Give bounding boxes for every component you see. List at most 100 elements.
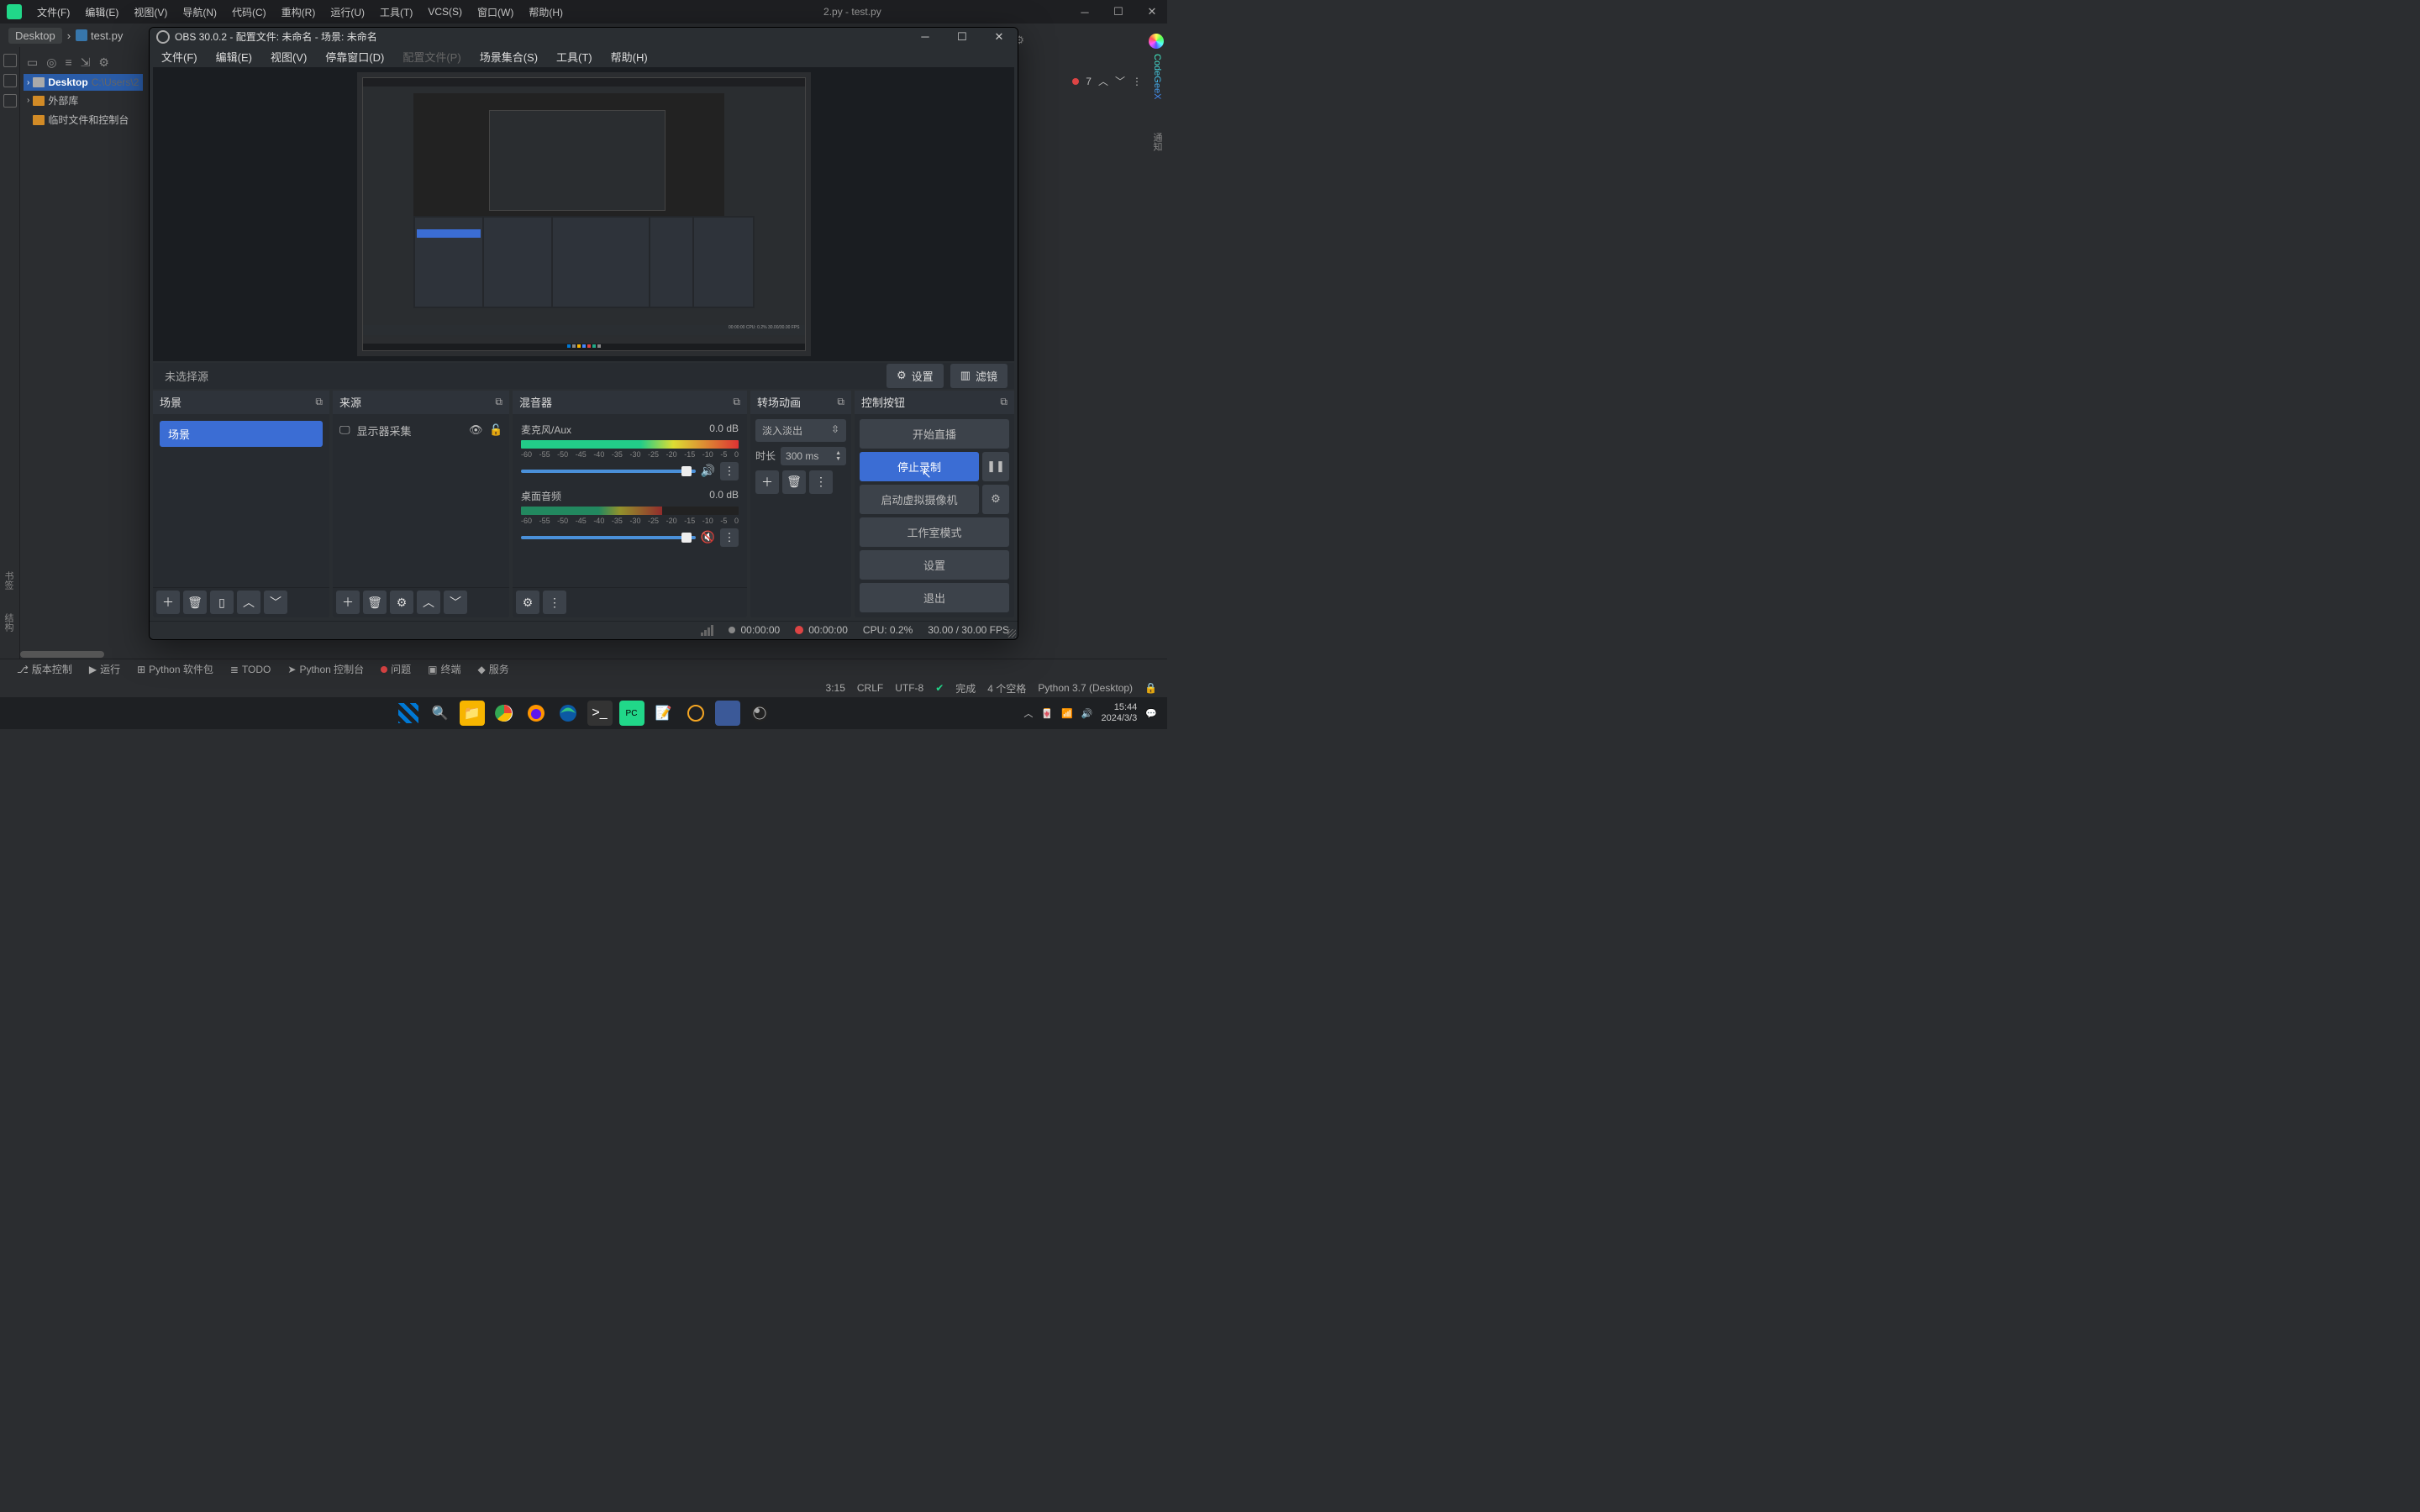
- menu-run-top[interactable]: 运行(U): [324, 3, 371, 22]
- line-separator[interactable]: CRLF: [857, 682, 883, 694]
- edge-icon[interactable]: [555, 701, 581, 726]
- file-encoding[interactable]: UTF-8: [895, 682, 923, 694]
- run-tool[interactable]: ▶ 运行: [89, 662, 120, 676]
- packages-tool[interactable]: ⊞ Python 软件包: [137, 662, 213, 676]
- firefox-icon[interactable]: [523, 701, 549, 726]
- app-icon-2[interactable]: [715, 701, 740, 726]
- problems-tool[interactable]: 问题: [381, 662, 411, 676]
- menu-tools[interactable]: 工具(T): [373, 3, 419, 22]
- virtual-camera-settings-button[interactable]: ⚙: [982, 485, 1009, 514]
- duration-input[interactable]: 300 ms ▲▼: [781, 447, 846, 465]
- menu-help[interactable]: 帮助(H): [522, 3, 570, 22]
- stop-recording-button[interactable]: 停止录制 ↖: [860, 452, 979, 481]
- add-transition-button[interactable]: ＋: [755, 470, 779, 494]
- editor-tab[interactable]: 2.py - test.py: [823, 6, 881, 18]
- caret-position[interactable]: 3:15: [826, 682, 845, 694]
- source-filters-button[interactable]: ▥ 滤镜: [950, 364, 1007, 388]
- source-properties-button-footer[interactable]: ⚙: [390, 591, 413, 614]
- menu-file[interactable]: 文件(F): [30, 3, 76, 22]
- obs-close-button[interactable]: ✕: [987, 30, 1011, 44]
- exit-button[interactable]: 退出: [860, 583, 1009, 612]
- pycharm-taskbar-icon[interactable]: PC: [619, 701, 644, 726]
- obs-minimize-button[interactable]: ─: [913, 30, 937, 44]
- more-icon[interactable]: ⋮: [1132, 76, 1142, 87]
- remove-transition-button[interactable]: 🗑: [782, 470, 806, 494]
- tree-collapse-icon[interactable]: ≡: [65, 55, 71, 69]
- obs-menu-scene-collection[interactable]: 场景集合(S): [471, 46, 546, 67]
- move-scene-up-button[interactable]: ︿: [237, 591, 260, 614]
- obs-menu-file[interactable]: 文件(F): [153, 46, 206, 67]
- tray-language-icon[interactable]: 🀄: [1041, 708, 1053, 719]
- studio-mode-button[interactable]: 工作室模式: [860, 517, 1009, 547]
- remove-source-button[interactable]: 🗑: [363, 591, 387, 614]
- dock-popout-icon[interactable]: ⧉: [837, 396, 844, 408]
- virtual-camera-button[interactable]: 启动虚拟摄像机: [860, 485, 979, 514]
- obs-menu-edit[interactable]: 编辑(E): [208, 46, 260, 67]
- prev-highlight-icon[interactable]: ︿: [1098, 74, 1108, 88]
- python-interpreter[interactable]: Python 3.7 (Desktop): [1038, 682, 1133, 694]
- explorer-icon[interactable]: 📁: [460, 701, 485, 726]
- tray-chevron-icon[interactable]: ︿: [1023, 706, 1033, 720]
- dock-popout-icon[interactable]: ⧉: [1000, 396, 1007, 408]
- horizontal-scrollbar[interactable]: [20, 651, 104, 658]
- obs-preview[interactable]: 00:00:00 CPU: 0.2% 30.00/30.00 FPS: [153, 67, 1014, 361]
- services-tool[interactable]: ◆ 服务: [478, 662, 509, 676]
- scene-filter-button[interactable]: ▯: [210, 591, 234, 614]
- resize-grip[interactable]: [1007, 629, 1016, 638]
- transition-properties-button[interactable]: ⋮: [809, 470, 833, 494]
- obs-menu-view[interactable]: 视图(V): [262, 46, 315, 67]
- source-properties-button[interactable]: ⚙ 设置: [886, 364, 944, 388]
- menu-code[interactable]: 代码(C): [225, 3, 273, 22]
- mixer-menu-button[interactable]: ⋮: [543, 591, 566, 614]
- pause-recording-button[interactable]: ❚❚: [982, 452, 1009, 481]
- mixer-settings-button[interactable]: ⚙: [516, 591, 539, 614]
- menu-refactor[interactable]: 重构(R): [275, 3, 323, 22]
- indent-setting[interactable]: 4 个空格: [987, 681, 1026, 696]
- project-tool-icon[interactable]: [3, 54, 17, 67]
- lock-icon[interactable]: 🔒: [1144, 682, 1157, 694]
- warning-count[interactable]: 7: [1086, 76, 1092, 87]
- tree-settings-icon[interactable]: ⚙: [98, 55, 109, 70]
- add-scene-button[interactable]: ＋: [156, 591, 180, 614]
- dock-popout-icon[interactable]: ⧉: [315, 396, 323, 408]
- mic-options-button[interactable]: ⋮: [720, 462, 739, 480]
- dock-popout-icon[interactable]: ⧉: [733, 396, 740, 408]
- app-icon[interactable]: [683, 701, 708, 726]
- tray-volume-icon[interactable]: 🔊: [1081, 708, 1093, 719]
- todo-tool[interactable]: ≣ TODO: [230, 664, 271, 675]
- breadcrumb-file[interactable]: test.py: [76, 29, 123, 42]
- ide-close-button[interactable]: ✕: [1144, 3, 1160, 20]
- move-source-up-button[interactable]: ︿: [417, 591, 440, 614]
- tree-select-icon[interactable]: ▭: [27, 55, 38, 70]
- start-button[interactable]: [396, 701, 421, 726]
- codegeex-panel[interactable]: CodeGeeX: [1152, 54, 1162, 99]
- obs-menu-profile[interactable]: 配置文件(P): [394, 46, 469, 67]
- terminal-tool[interactable]: ▣ 终端: [428, 662, 460, 676]
- menu-edit[interactable]: 编辑(E): [78, 3, 125, 22]
- spinner-arrows-icon[interactable]: ▲▼: [835, 450, 841, 462]
- mic-mute-icon[interactable]: 🔊: [701, 464, 715, 478]
- tree-target-icon[interactable]: ◎: [46, 55, 56, 70]
- move-scene-down-button[interactable]: ﹀: [264, 591, 287, 614]
- remove-scene-button[interactable]: 🗑: [183, 591, 207, 614]
- obs-titlebar[interactable]: OBS 30.0.2 - 配置文件: 未命名 - 场景: 未命名 ─ ☐ ✕: [150, 28, 1018, 46]
- menu-window[interactable]: 窗口(W): [471, 3, 520, 22]
- system-clock[interactable]: 15:44 2024/3/3: [1101, 702, 1137, 724]
- structure-tool-icon[interactable]: [3, 94, 17, 108]
- obs-taskbar-icon[interactable]: [747, 701, 772, 726]
- notifications-icon[interactable]: 💬: [1145, 708, 1157, 719]
- ide-maximize-button[interactable]: ☐: [1110, 3, 1127, 20]
- bookmarks-panel[interactable]: 书签: [2, 571, 15, 590]
- source-item[interactable]: 🖵 显示器采集 👁 🔓: [336, 417, 506, 444]
- mic-volume-slider[interactable]: [521, 470, 696, 473]
- ide-minimize-button[interactable]: ─: [1076, 3, 1093, 20]
- dock-popout-icon[interactable]: ⧉: [495, 396, 502, 408]
- transition-select[interactable]: 淡入淡出 ⇳: [755, 419, 846, 442]
- chrome-icon[interactable]: [492, 701, 517, 726]
- settings-button[interactable]: 设置: [860, 550, 1009, 580]
- tree-expand-icon[interactable]: ⇲: [81, 55, 91, 70]
- obs-menu-dock[interactable]: 停靠窗口(D): [317, 46, 392, 67]
- desktop-mute-icon[interactable]: 🔇: [701, 530, 715, 544]
- tree-scratches[interactable]: › 临时文件和控制台: [24, 110, 143, 129]
- scene-item[interactable]: 场景: [160, 421, 323, 447]
